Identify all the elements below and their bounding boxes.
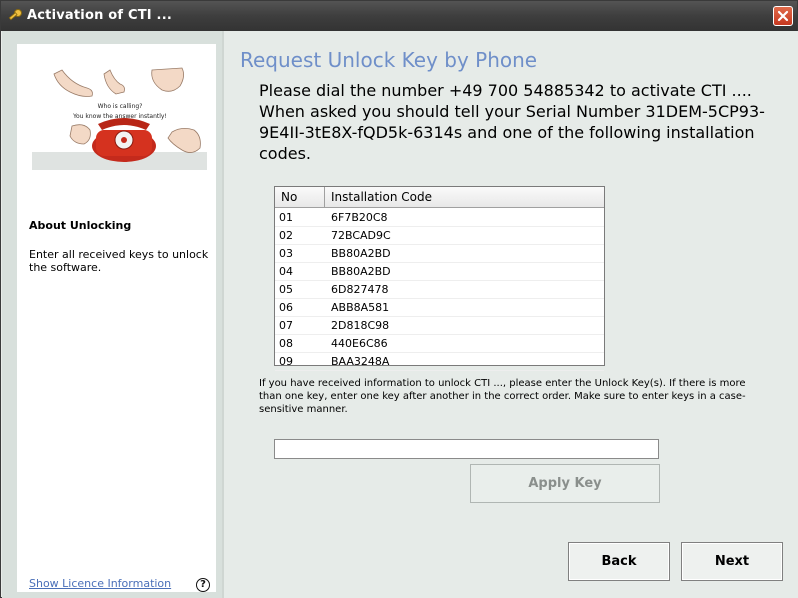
row-code: BB80A2BD xyxy=(331,265,391,278)
column-separator[interactable] xyxy=(324,187,325,207)
row-no: 06 xyxy=(279,301,293,314)
table-rows: 01 6F7B20C8 02 72BCAD9C 03 BB80A2BD 04 BB80A… xyxy=(275,209,604,371)
instruction-text: Please dial the number +49 700 54885342 … xyxy=(259,81,765,163)
table-row[interactable]: 05 6D827478 xyxy=(275,281,604,299)
row-no: 07 xyxy=(279,319,293,332)
table-row[interactable]: 04 BB80A2BD xyxy=(275,263,604,281)
column-header-installation-code[interactable]: Installation Code xyxy=(331,190,432,204)
window-title: Activation of CTI ... xyxy=(27,8,172,23)
help-icon[interactable]: ? xyxy=(196,578,210,592)
dialog-body: Who is calling? You know the answer inst… xyxy=(2,31,798,598)
row-no: 04 xyxy=(279,265,293,278)
table-row[interactable]: 02 72BCAD9C xyxy=(275,227,604,245)
row-no: 03 xyxy=(279,247,293,260)
column-header-no[interactable]: No xyxy=(281,190,297,204)
row-code: 6D827478 xyxy=(331,283,389,296)
illustration-caption-top: Who is calling? xyxy=(98,103,143,110)
row-code: 72BCAD9C xyxy=(331,229,391,242)
next-button[interactable]: Next xyxy=(681,542,783,581)
about-title: About Unlocking xyxy=(29,219,132,232)
sidebar-panel: Who is calling? You know the answer inst… xyxy=(17,44,216,592)
table-row[interactable]: 09 BAA3248A xyxy=(275,353,604,371)
row-code: 440E6C86 xyxy=(331,337,388,350)
row-no: 02 xyxy=(279,229,293,242)
show-licence-link[interactable]: Show Licence Information xyxy=(29,577,171,590)
page-title: Request Unlock Key by Phone xyxy=(240,48,538,72)
table-row[interactable]: 03 BB80A2BD xyxy=(275,245,604,263)
row-code: ABB8A581 xyxy=(331,301,390,314)
close-button[interactable] xyxy=(773,6,793,26)
table-row[interactable]: 01 6F7B20C8 xyxy=(275,209,604,227)
table-row[interactable]: 06 ABB8A581 xyxy=(275,299,604,317)
apply-key-button[interactable]: Apply Key xyxy=(470,464,660,503)
panel-divider xyxy=(222,31,224,598)
row-code: BB80A2BD xyxy=(331,247,391,260)
row-no: 08 xyxy=(279,337,293,350)
table-row[interactable]: 08 440E6C86 xyxy=(275,335,604,353)
phone-hands-illustration: Who is calling? You know the answer inst… xyxy=(32,64,207,170)
illustration-caption-bottom: You know the answer instantly! xyxy=(72,113,167,120)
row-no: 01 xyxy=(279,211,293,224)
row-code: BAA3248A xyxy=(331,355,390,368)
row-no: 09 xyxy=(279,355,293,368)
sidebar: Who is calling? You know the answer inst… xyxy=(2,31,222,598)
title-bar[interactable]: Activation of CTI ... xyxy=(1,1,797,31)
unlock-info-text: If you have received information to unlo… xyxy=(259,378,746,415)
table-header: No Installation Code xyxy=(275,187,604,208)
table-row[interactable]: 07 2D818C98 xyxy=(275,317,604,335)
key-icon xyxy=(7,8,23,24)
about-text: Enter all received keys to unlock the so… xyxy=(29,248,209,274)
row-no: 05 xyxy=(279,283,293,296)
close-icon xyxy=(777,10,789,22)
installation-code-table[interactable]: No Installation Code 01 6F7B20C8 02 72BCAD… xyxy=(274,186,605,371)
back-button[interactable]: Back xyxy=(568,542,670,581)
unlock-key-input[interactable] xyxy=(274,439,659,459)
row-code: 6F7B20C8 xyxy=(331,211,388,224)
activation-window: Activation of CTI ... Who is calling? Yo… xyxy=(0,0,798,598)
row-code: 2D818C98 xyxy=(331,319,390,332)
